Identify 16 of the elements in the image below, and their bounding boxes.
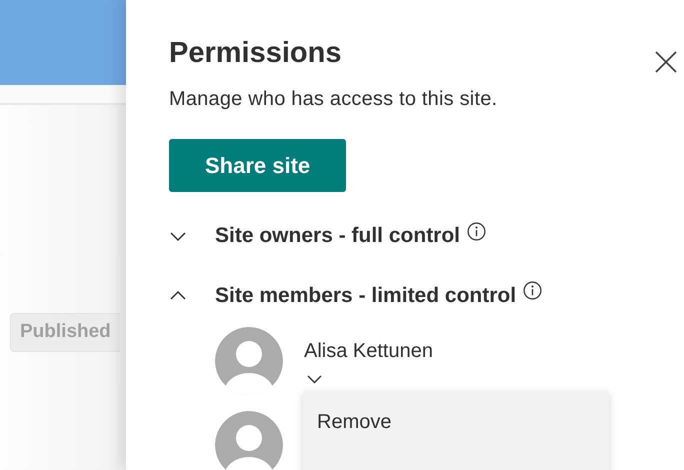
group-title[interactable]: Site owners - full control xyxy=(215,220,460,252)
status-tag: Published xyxy=(10,313,120,352)
panel-title: Permissions xyxy=(169,36,342,71)
avatar-icon xyxy=(215,327,283,396)
chevron-icon[interactable] xyxy=(169,230,187,242)
avatar-icon xyxy=(215,411,283,470)
member-name: Alisa Kettunen xyxy=(304,339,433,364)
menu-item[interactable]: Remove xyxy=(303,399,406,446)
share-site-button[interactable]: Share site xyxy=(169,138,346,192)
info-icon[interactable] xyxy=(523,281,542,300)
group-title[interactable]: Site members - limited control xyxy=(215,280,516,312)
chevron-icon[interactable] xyxy=(169,290,187,302)
chevron-icon[interactable] xyxy=(306,373,323,386)
info-icon[interactable] xyxy=(467,222,486,241)
panel-description: Manage who has access to this site. xyxy=(169,86,498,112)
close-icon[interactable] xyxy=(654,50,678,74)
